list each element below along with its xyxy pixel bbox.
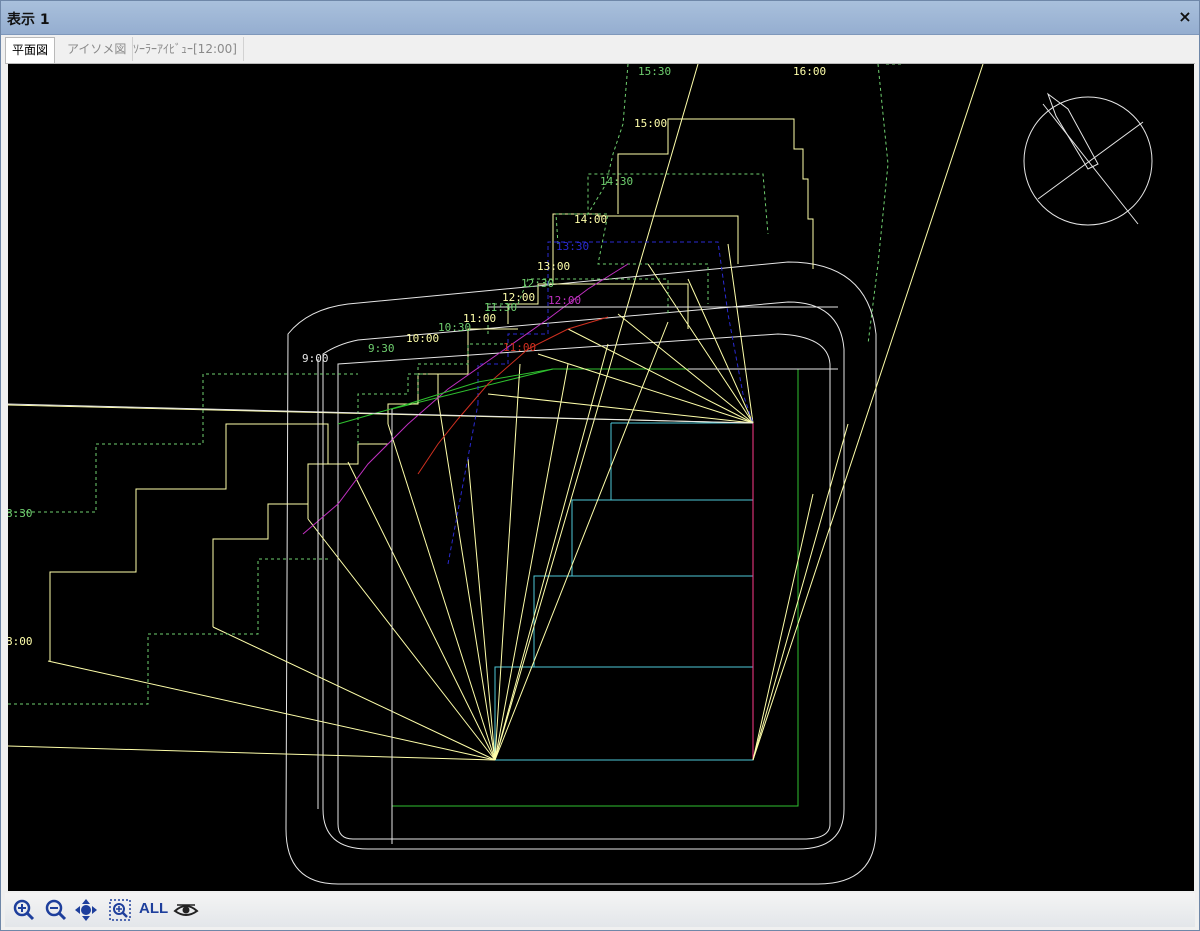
compass-line-1 — [1037, 121, 1144, 200]
drawing-canvas[interactable]: 15:30 16:00 15:00 14:30 14:00 13:30 13:0… — [8, 64, 1194, 891]
ray-1600 — [752, 64, 984, 761]
label-1100-red: 11:00 — [503, 341, 536, 354]
view-tabs: 平面図 アイソメ図 ｿｰﾗｰｱｲﾋﾞｭｰ[12:00] — [5, 37, 1195, 64]
shadow-plan-drawing: 15:30 16:00 15:00 14:30 14:00 13:30 13:0… — [8, 64, 1153, 885]
label-1500: 15:00 — [634, 117, 667, 130]
tab-solar-view[interactable]: ｿｰﾗｰｱｲﾋﾞｭｰ[12:00] — [127, 37, 244, 61]
tab-plan-view[interactable]: 平面図 — [5, 37, 56, 63]
yellow-fan-right — [8, 243, 754, 424]
label-1400: 14:00 — [574, 213, 607, 226]
label-1000: 10:00 — [406, 332, 439, 345]
shadow-outline-1500 — [617, 118, 814, 269]
north-arrow-icon — [1046, 92, 1099, 170]
label-800: 8:00 — [8, 635, 33, 648]
tab-isometric-view[interactable]: アイソメ図 — [61, 37, 134, 61]
ray-1500 — [494, 64, 699, 761]
close-icon[interactable]: × — [1175, 7, 1195, 27]
eye-icon[interactable] — [173, 899, 199, 921]
label-1430: 14:30 — [600, 175, 633, 188]
label-1200-magenta: 12:00 — [548, 294, 581, 307]
label-830: 8:30 — [8, 507, 33, 520]
outer-boundary — [285, 261, 877, 885]
label-930: 9:30 — [368, 342, 395, 355]
bottom-toolbar: ALL — [5, 893, 1195, 927]
label-1330: 13:30 — [556, 240, 589, 253]
inner-boundary — [337, 333, 831, 840]
title-bar: 表示 1 × — [1, 1, 1199, 35]
zoom-in-icon[interactable] — [13, 899, 35, 921]
ray-a — [752, 423, 849, 761]
label-1300: 13:00 — [537, 260, 570, 273]
shadow-outline-930 — [307, 443, 388, 519]
label-1600: 16:00 — [793, 65, 826, 78]
zoom-window-icon[interactable] — [109, 899, 131, 921]
label-1030: 10:30 — [438, 321, 471, 334]
label-900: 9:00 — [302, 352, 329, 365]
window-title: 表示 1 — [7, 12, 50, 28]
shadow-outline-800 — [49, 423, 329, 661]
ray-b — [752, 493, 814, 761]
pan-icon[interactable] — [75, 899, 97, 921]
building-outline — [494, 422, 754, 761]
label-1530: 15:30 — [638, 65, 671, 78]
white-site-line-1 — [8, 403, 754, 424]
compass-line-2 — [1042, 103, 1139, 225]
view-window: 表示 1 × 平面図 アイソメ図 ｿｰﾗｰｱｲﾋﾞｭｰ[12:00] 15:30… — [0, 0, 1200, 931]
label-1230: 12:30 — [521, 277, 554, 290]
shadow-outline-900 — [212, 503, 308, 627]
zoom-out-icon[interactable] — [45, 899, 67, 921]
view-all-button[interactable]: ALL — [139, 900, 168, 917]
